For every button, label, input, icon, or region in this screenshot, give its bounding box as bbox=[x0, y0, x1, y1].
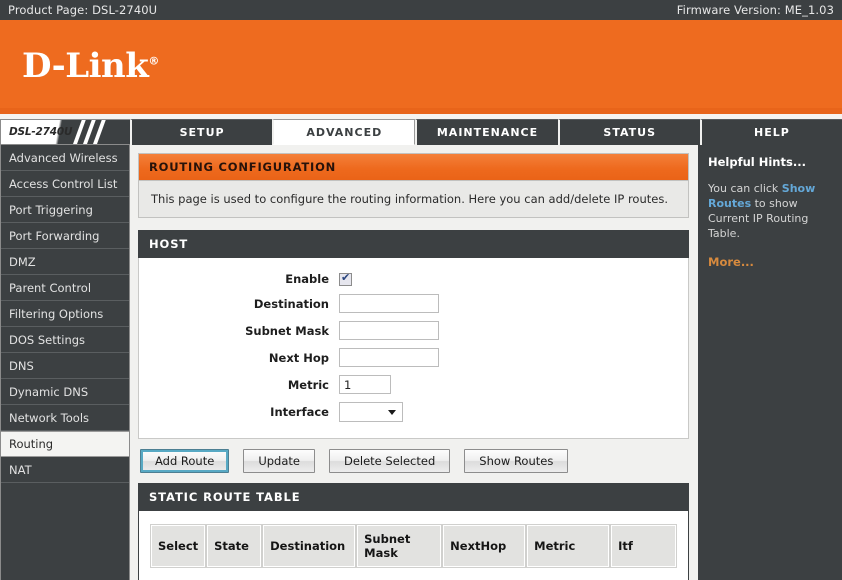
metric-input[interactable] bbox=[339, 375, 391, 394]
form-row-subnet-mask: Subnet Mask bbox=[139, 321, 688, 340]
show-routes-button[interactable]: Show Routes bbox=[464, 449, 569, 473]
tab-advanced[interactable]: ADVANCED bbox=[272, 119, 416, 145]
tab-status[interactable]: STATUS bbox=[557, 119, 700, 145]
form-row-next-hop: Next Hop bbox=[139, 348, 688, 367]
tab-status-label: STATUS bbox=[603, 126, 656, 139]
router-admin-page: Product Page: DSL-2740U Firmware Version… bbox=[0, 0, 842, 580]
update-button[interactable]: Update bbox=[243, 449, 315, 473]
chevron-down-icon bbox=[388, 410, 396, 415]
sidebar-item-dns[interactable]: DNS bbox=[1, 353, 129, 379]
main-tabbar: DSL-2740U SETUP ADVANCED MAINTENANCE STA… bbox=[0, 119, 842, 145]
sidebar-item-dmz[interactable]: DMZ bbox=[1, 249, 129, 275]
sidebar-item-label: Port Forwarding bbox=[9, 228, 100, 243]
product-page-label: Product Page: DSL-2740U bbox=[8, 3, 158, 17]
sidebar-item-dos-settings[interactable]: DOS Settings bbox=[1, 327, 129, 353]
tab-setup-label: SETUP bbox=[179, 126, 225, 139]
dlink-logo-text: D-Link bbox=[22, 46, 149, 86]
column-header-destination: Destination bbox=[262, 524, 357, 568]
enable-checkbox[interactable] bbox=[339, 271, 352, 286]
sidebar-item-label: Advanced Wireless bbox=[9, 150, 118, 165]
tab-help[interactable]: HELP bbox=[699, 119, 842, 145]
hints-more-link[interactable]: More... bbox=[708, 255, 832, 269]
sidebar-item-label: Parent Control bbox=[9, 280, 92, 295]
sidebar-item-label: Network Tools bbox=[9, 410, 90, 425]
subnet-mask-label: Subnet Mask bbox=[245, 323, 329, 338]
sidebar-item-label: Filtering Options bbox=[9, 306, 104, 321]
sidebar-item-filtering-options[interactable]: Filtering Options bbox=[1, 301, 129, 327]
column-header-subnet-mask: Subnet Mask bbox=[356, 524, 443, 568]
interface-label: Interface bbox=[270, 405, 329, 419]
sidebar-item-routing[interactable]: Routing bbox=[1, 431, 129, 457]
table-header-row: Select State Destination Subnet Mask Nex… bbox=[149, 524, 677, 568]
sidebar-item-access-control-list[interactable]: Access Control List bbox=[1, 171, 129, 197]
hints-title: Helpful Hints... bbox=[708, 155, 806, 169]
top-status-bar: Product Page: DSL-2740U Firmware Version… bbox=[0, 0, 842, 20]
tab-maintenance-label: MAINTENANCE bbox=[436, 126, 539, 139]
sidebar-item-nat[interactable]: NAT bbox=[1, 457, 129, 483]
form-row-interface: Interface bbox=[139, 402, 688, 422]
column-header-select: Select bbox=[149, 524, 207, 568]
subnet-mask-input[interactable] bbox=[339, 321, 439, 340]
tab-advanced-label: ADVANCED bbox=[306, 125, 383, 139]
sidebar-item-port-triggering[interactable]: Port Triggering bbox=[1, 197, 129, 223]
model-badge: DSL-2740U bbox=[0, 119, 130, 145]
host-section-title: HOST bbox=[138, 230, 689, 258]
tab-maintenance[interactable]: MAINTENANCE bbox=[415, 119, 558, 145]
tab-setup[interactable]: SETUP bbox=[130, 119, 273, 145]
sidebar-item-label: Port Triggering bbox=[9, 202, 93, 217]
sidebar-item-network-tools[interactable]: Network Tools bbox=[1, 405, 129, 431]
sidebar-item-advanced-wireless[interactable]: Advanced Wireless bbox=[1, 145, 129, 171]
page-description: This page is used to configure the routi… bbox=[138, 180, 689, 218]
sidebar-item-label: Access Control List bbox=[9, 176, 118, 191]
hints-text-before: You can click bbox=[708, 182, 782, 195]
metric-label: Metric bbox=[287, 377, 329, 392]
sidebar-item-label: DMZ bbox=[9, 254, 36, 269]
firmware-version-label: Firmware Version: ME_1.03 bbox=[676, 3, 834, 17]
sidebar-item-port-forwarding[interactable]: Port Forwarding bbox=[1, 223, 129, 249]
delete-selected-button[interactable]: Delete Selected bbox=[328, 449, 451, 473]
sidebar-item-label: Dynamic DNS bbox=[9, 384, 89, 399]
column-header-metric: Metric bbox=[526, 524, 611, 568]
sidebar-item-label: Routing bbox=[9, 437, 54, 451]
destination-input[interactable] bbox=[339, 294, 439, 313]
column-header-state: State bbox=[206, 524, 263, 568]
interface-select[interactable] bbox=[339, 402, 403, 422]
sidebar-item-dynamic-dns[interactable]: Dynamic DNS bbox=[1, 379, 129, 405]
form-row-destination: Destination bbox=[139, 294, 688, 313]
enable-label: Enable bbox=[285, 272, 329, 286]
page-title: ROUTING CONFIGURATION bbox=[138, 153, 689, 180]
add-route-button[interactable]: Add Route bbox=[140, 449, 230, 473]
helpful-hints-panel: Helpful Hints... You can click Show Rout… bbox=[695, 145, 842, 580]
slash-decoration-icon bbox=[70, 120, 125, 144]
next-hop-input[interactable] bbox=[339, 348, 439, 367]
hints-body: You can click Show Routes to show Curren… bbox=[708, 181, 832, 241]
registered-mark-icon: ® bbox=[148, 54, 159, 68]
brand-banner: D-Link® bbox=[0, 20, 842, 108]
static-route-table-title: STATIC ROUTE TABLE bbox=[138, 483, 689, 511]
form-row-metric: Metric bbox=[139, 375, 688, 394]
column-header-nexthop: NextHop bbox=[442, 524, 527, 568]
column-header-itf: Itf bbox=[610, 524, 677, 568]
action-buttons: Add Route Update Delete Selected Show Ro… bbox=[138, 449, 689, 473]
host-form: Enable Destination Subnet Mask Next Hop bbox=[138, 258, 689, 439]
dlink-logo: D-Link® bbox=[22, 46, 159, 86]
route-table: Select State Destination Subnet Mask Nex… bbox=[149, 523, 678, 569]
next-hop-label: Next Hop bbox=[268, 350, 329, 365]
page-body: Advanced Wireless Access Control List Po… bbox=[0, 145, 842, 580]
form-row-enable: Enable bbox=[139, 271, 688, 286]
sidebar-item-label: DNS bbox=[9, 358, 34, 373]
sidebar-nav: Advanced Wireless Access Control List Po… bbox=[0, 145, 130, 580]
sidebar-item-label: NAT bbox=[9, 462, 32, 477]
tab-help-label: HELP bbox=[754, 126, 790, 139]
sidebar-item-parent-control[interactable]: Parent Control bbox=[1, 275, 129, 301]
static-route-table: Select State Destination Subnet Mask Nex… bbox=[138, 511, 689, 580]
destination-label: Destination bbox=[253, 296, 329, 311]
sidebar-item-label: DOS Settings bbox=[9, 332, 86, 347]
model-badge-label: DSL-2740U bbox=[9, 126, 73, 138]
main-content: ROUTING CONFIGURATION This page is used … bbox=[130, 145, 695, 580]
